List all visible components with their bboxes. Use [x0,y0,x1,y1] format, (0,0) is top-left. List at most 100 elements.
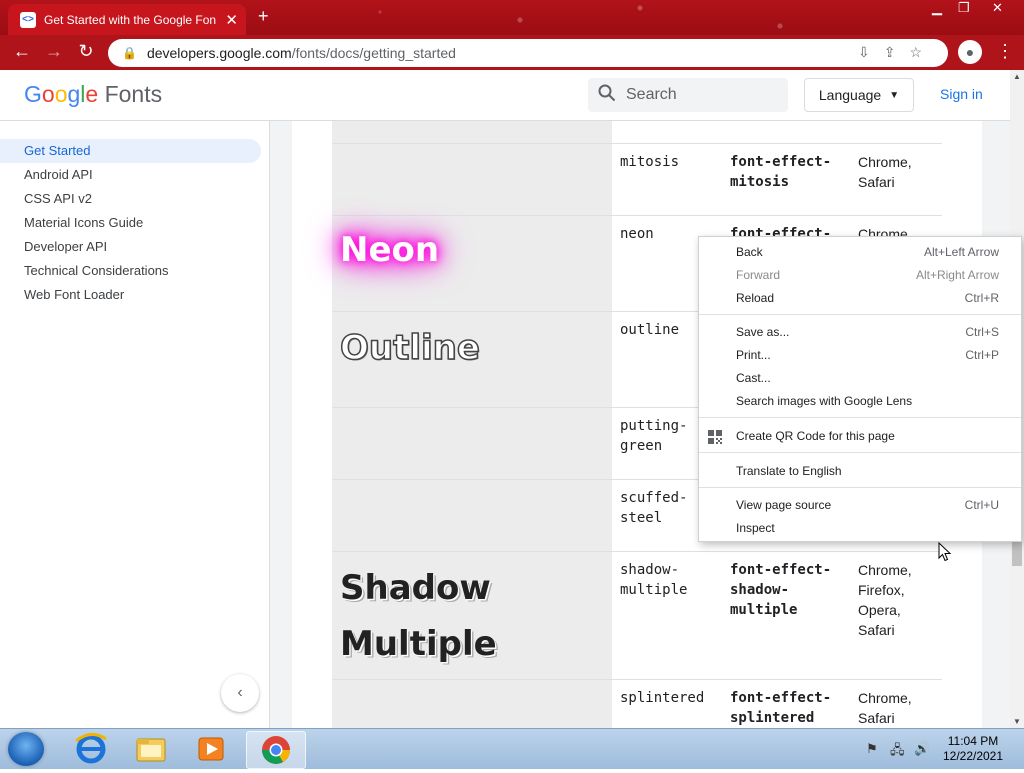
sidebar-item-web-font-loader[interactable]: Web Font Loader [0,283,261,307]
class-line: splintered [730,710,815,726]
menu-item-label: Translate to English [736,464,842,478]
system-clock[interactable]: 11:04 PM 12/22/2021 [938,734,1008,764]
sidebar-item-get-started[interactable]: Get Started [0,139,261,163]
chevron-left-icon: ‹ [237,684,243,701]
back-arrow-icon[interactable]: ← [10,41,34,62]
demo-neon-text: Neon [340,230,440,270]
scroll-down-arrow-icon[interactable]: ▼ [1013,717,1021,726]
context-menu-print[interactable]: Print... Ctrl+P [699,344,1021,367]
search-input[interactable]: Search [588,78,788,112]
browser-line: Safari [858,174,895,190]
demo-line: Multiple [340,624,497,664]
window-close-icon[interactable]: ✕ [992,0,1003,16]
minimize-icon[interactable]: ▁ [932,0,942,16]
menu-separator [699,452,1021,453]
browser-line: Opera, [858,602,901,618]
sidebar-item-css-api-v2[interactable]: CSS API v2 [0,187,261,211]
chrome-icon [262,736,290,764]
context-menu-reload[interactable]: Reload Ctrl+R [699,287,1021,310]
context-menu-inspect[interactable]: Inspect [699,517,1021,540]
table-row [332,121,942,143]
menu-item-label: Save as... [736,325,790,339]
caret-down-icon: ▼ [889,89,900,101]
logo-product: Fonts [104,81,163,107]
sidebar-nav: Get Started Android API CSS API v2 Mater… [0,121,270,728]
context-menu-back[interactable]: Back Alt+Left Arrow [699,241,1021,264]
omnibox-actions[interactable]: ⇩⇪☆ [858,44,936,61]
lock-icon: 🔒 [122,46,137,60]
start-button-icon[interactable] [8,732,44,766]
menu-item-shortcut: Ctrl+U [964,498,999,512]
language-selector[interactable]: Language ▼ [804,78,914,112]
sign-in-link[interactable]: Sign in [940,86,983,102]
site-header: Google Fonts Search Language ▼ Sign in [0,70,1010,121]
class-name-cell: font-effect- mitosis [730,152,850,192]
effect-name-cell: mitosis [620,154,680,170]
context-menu-save-as[interactable]: Save as... Ctrl+S [699,321,1021,344]
restore-icon[interactable]: ❐ [958,0,970,16]
sidebar-item-developer-api[interactable]: Developer API [0,235,261,259]
forward-arrow-icon[interactable]: → [42,41,66,62]
browser-line: Chrome, [858,690,912,706]
context-menu-forward[interactable]: Forward Alt+Right Arrow [699,264,1021,287]
browser-line: Chrome, [858,154,912,170]
network-icon[interactable]: 🖧 [890,741,905,763]
demo-shadow-multiple-text: Shadow Multiple [340,560,497,672]
new-tab-icon[interactable]: + [258,6,269,27]
class-line: multiple [730,602,798,618]
logo-letter: o [41,81,55,107]
class-line: font-effect- [730,690,832,706]
media-player-icon[interactable] [182,731,240,767]
menu-separator [699,314,1021,315]
browser-line: Firefox, [858,582,905,598]
menu-item-shortcut: Alt+Right Arrow [915,268,999,282]
address-bar[interactable]: 🔒 developers.google.com/fonts/docs/getti… [108,39,948,67]
file-explorer-icon[interactable] [122,731,180,767]
google-fonts-logo[interactable]: Google Fonts [24,81,162,108]
install-icon[interactable]: ⇩ [858,44,884,60]
context-menu-create-qr-code[interactable]: Create QR Code for this page [699,425,1021,448]
context-menu-cast[interactable]: Cast... [699,367,1021,390]
logo-letter: G [24,81,42,107]
class-name-cell: font-effect- shadow- multiple [730,560,850,620]
context-menu-translate[interactable]: Translate to English [699,460,1021,483]
demo-cell [332,680,612,728]
sidebar-item-android-api[interactable]: Android API [0,163,261,187]
scroll-up-arrow-icon[interactable]: ▲ [1013,72,1021,81]
browser-tab[interactable]: <> Get Started with the Google Fon ✕ [8,4,246,35]
internet-explorer-icon[interactable] [62,731,120,767]
scrollbar-thumb[interactable] [1012,540,1022,566]
menu-item-label: Back [736,245,763,259]
collapse-sidebar-button[interactable]: ‹ [221,674,259,712]
network-error-icon[interactable]: ⚑ [866,741,878,757]
effect-name-cell: shadow- multiple [620,560,720,600]
context-menu-search-images-with-lens[interactable]: Search images with Google Lens [699,390,1021,413]
volume-icon[interactable]: 🔊 [914,741,930,757]
demo-cell: Neon [332,216,612,312]
browser-menu-icon[interactable]: ⋮ [996,41,1014,62]
demo-line: Shadow [340,568,491,608]
menu-item-label: Forward [736,268,781,282]
reload-icon[interactable]: ↻ [74,41,98,62]
chrome-taskbar-button[interactable] [246,731,306,769]
menu-item-label: Create QR Code for this page [736,429,895,443]
browsers-cell: Chrome, Safari [858,152,938,192]
class-line: font-effect- [730,154,832,170]
menu-item-shortcut: Ctrl+P [965,348,999,362]
menu-item-label: Inspect [736,521,775,535]
tab-close-icon[interactable]: ✕ [225,11,238,29]
sidebar-item-technical-considerations[interactable]: Technical Considerations [0,259,261,283]
context-menu: Back Alt+Left Arrow Forward Alt+Right Ar… [698,236,1022,542]
logo-letter: o [54,81,68,107]
demo-cell [332,144,612,216]
share-icon[interactable]: ⇪ [884,44,910,60]
profile-avatar-icon[interactable]: ● [958,40,982,64]
bookmark-star-icon[interactable]: ☆ [909,44,936,60]
context-menu-view-page-source[interactable]: View page source Ctrl+U [699,494,1021,517]
logo-letter: g [67,81,81,107]
menu-separator [699,417,1021,418]
qr-code-icon [708,430,722,444]
windows-taskbar: ⚑ 🖧 🔊 11:04 PM 12/22/2021 [0,728,1024,769]
name-line: shadow- [620,562,680,578]
sidebar-item-material-icons-guide[interactable]: Material Icons Guide [0,211,261,235]
